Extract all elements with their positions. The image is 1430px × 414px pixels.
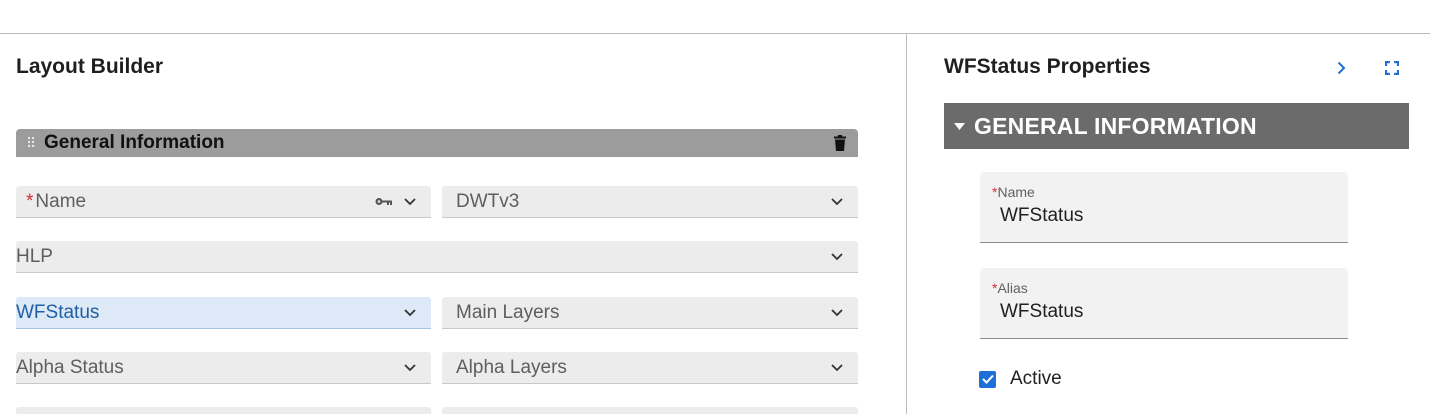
field-alpha-layers[interactable]: Alpha Layers: [442, 352, 858, 384]
alias-label: Alias: [997, 280, 1028, 296]
chevron-down-icon[interactable]: [830, 197, 844, 207]
name-value: WFStatus: [1000, 205, 1084, 226]
chevron-down-icon[interactable]: [830, 308, 844, 318]
top-divider: [0, 33, 1430, 34]
required-marker: *: [26, 190, 34, 212]
field-partial-left[interactable]: [16, 407, 431, 414]
field-label: WFStatus: [16, 301, 100, 323]
field-label: Main Layers: [456, 301, 560, 323]
chevron-down-icon[interactable]: [403, 308, 417, 318]
fullscreen-icon[interactable]: [1382, 58, 1402, 78]
panel-divider: [906, 33, 907, 414]
field-wfstatus[interactable]: WFStatus: [16, 297, 431, 329]
section-general-information[interactable]: ⠿ General Information: [16, 129, 858, 157]
section-title: GENERAL INFORMATION: [974, 112, 1257, 139]
section-title: General Information: [44, 132, 225, 153]
active-checkbox-row[interactable]: Active: [979, 368, 1062, 390]
key-icon[interactable]: [375, 196, 395, 208]
field-label: Alpha Status: [16, 356, 124, 378]
active-checkbox[interactable]: [979, 370, 996, 388]
chevron-down-icon[interactable]: [403, 363, 417, 373]
drag-grip-icon[interactable]: ⠿: [26, 135, 40, 152]
field-name[interactable]: * Name: [16, 186, 431, 218]
chevron-right-icon[interactable]: [1331, 58, 1351, 78]
field-hlp[interactable]: HLP: [16, 241, 858, 273]
field-label: Alpha Layers: [456, 356, 567, 378]
name-field[interactable]: *Name WFStatus: [980, 172, 1348, 243]
field-label: HLP: [16, 245, 53, 267]
chevron-down-icon[interactable]: [403, 197, 417, 207]
field-label: Name: [35, 190, 87, 212]
name-label: Name: [997, 184, 1035, 200]
field-partial-right[interactable]: [442, 407, 858, 414]
general-information-header[interactable]: GENERAL INFORMATION: [944, 103, 1409, 149]
chevron-down-icon[interactable]: [830, 252, 844, 262]
caret-down-icon: [954, 121, 968, 131]
alias-value: WFStatus: [1000, 301, 1084, 322]
alias-field[interactable]: *Alias WFStatus: [980, 268, 1348, 339]
field-dwtv3[interactable]: DWTv3: [442, 186, 858, 218]
layout-builder-title: Layout Builder: [16, 55, 164, 78]
chevron-down-icon[interactable]: [830, 363, 844, 373]
active-label: Active: [1010, 368, 1062, 389]
field-label: DWTv3: [456, 190, 520, 212]
properties-title: WFStatus Properties: [944, 55, 1151, 78]
trash-icon[interactable]: [832, 133, 848, 153]
field-main-layers[interactable]: Main Layers: [442, 297, 858, 329]
field-alpha-status[interactable]: Alpha Status: [16, 352, 431, 384]
